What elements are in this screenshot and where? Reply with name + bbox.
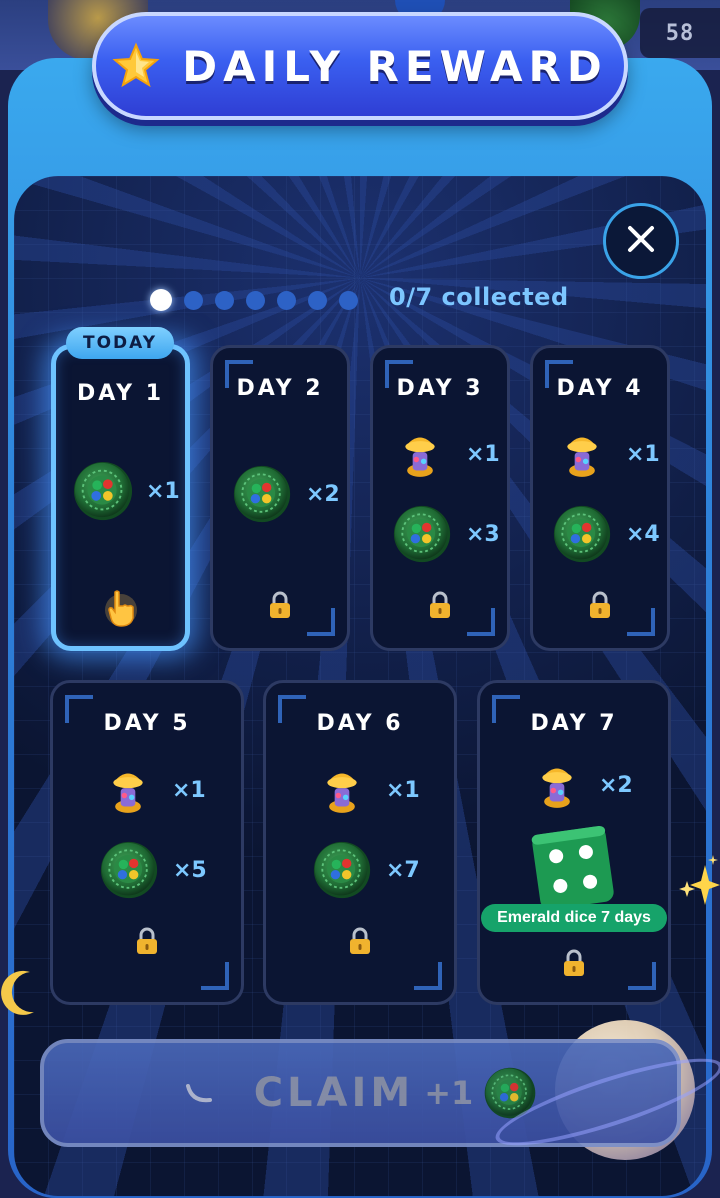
- golden-token-icon: [320, 763, 364, 817]
- reward-item: ×5: [99, 838, 207, 902]
- close-button[interactable]: [603, 203, 679, 279]
- tap-hand-icon: [103, 588, 139, 628]
- star-icon: [112, 42, 160, 90]
- day-label: DAY 2: [236, 376, 324, 401]
- card-corner: [414, 962, 442, 990]
- reward-qty: ×1: [386, 777, 420, 803]
- emerald-coin-icon: [232, 462, 292, 526]
- reward-qty: ×3: [466, 521, 500, 547]
- lock-icon: [427, 590, 453, 620]
- moon-icon: [0, 968, 40, 1018]
- emerald-dice-tag: Emerald dice 7 days: [481, 904, 667, 932]
- loading-spinner-icon: [184, 1078, 220, 1108]
- reward-qty: ×1: [172, 777, 206, 803]
- golden-token-icon: [560, 427, 604, 481]
- claim-label: CLAIM: [253, 1070, 415, 1116]
- reward-item: ×1: [398, 427, 500, 481]
- close-icon: [626, 224, 656, 258]
- golden-token-icon: [535, 758, 579, 812]
- title-banner: DAILY REWARD: [92, 12, 628, 120]
- emerald-coin-icon: [72, 459, 134, 523]
- page-title: DAILY REWARD: [182, 41, 608, 91]
- progress-dot: [277, 290, 296, 310]
- emerald-coin-icon: [552, 502, 612, 566]
- day-label: DAY 3: [396, 376, 484, 401]
- reward-qty: ×7: [386, 857, 420, 883]
- day-label: DAY 4: [556, 376, 644, 401]
- lock-icon: [347, 926, 373, 956]
- card-corner: [201, 962, 229, 990]
- card-corner: [628, 962, 656, 990]
- emerald-dice-icon: [528, 822, 618, 914]
- reward-item: ×1: [560, 427, 660, 481]
- reward-item: ×1: [106, 763, 206, 817]
- reward-qty: ×2: [599, 772, 633, 798]
- reward-item: ×7: [312, 838, 420, 902]
- reward-item: ×1: [320, 763, 420, 817]
- progress-dot: [184, 290, 203, 310]
- reward-qty: ×1: [146, 478, 180, 504]
- reward-qty: ×4: [626, 521, 660, 547]
- day-label: DAY 6: [316, 711, 404, 736]
- today-badge: TODAY: [66, 327, 174, 359]
- emerald-coin-icon: [99, 838, 159, 902]
- currency-counter: 58: [640, 8, 720, 58]
- reward-item: ×4: [552, 502, 660, 566]
- golden-token-icon: [106, 763, 150, 817]
- reward-item: ×2: [535, 758, 633, 812]
- reward-item: ×2: [232, 462, 340, 526]
- progress-dot: [215, 290, 234, 310]
- sparkle-icon: [677, 855, 720, 910]
- progress-dot: [308, 290, 327, 310]
- claim-amount: +1: [424, 1074, 474, 1112]
- card-corner: [627, 608, 655, 636]
- day-label: DAY 1: [76, 381, 165, 406]
- card-corner: [467, 608, 495, 636]
- day-label: DAY 5: [103, 711, 191, 736]
- reward-qty: ×1: [466, 441, 500, 467]
- reward-item: ×3: [392, 502, 500, 566]
- emerald-coin-icon: [392, 502, 452, 566]
- progress-dot: [150, 289, 172, 311]
- emerald-coin-icon: [312, 838, 372, 902]
- lock-icon: [267, 590, 293, 620]
- golden-token-icon: [398, 427, 442, 481]
- reward-qty: ×2: [306, 481, 340, 507]
- day-label: DAY 7: [530, 711, 618, 736]
- lock-icon: [134, 926, 160, 956]
- progress-dots: [150, 288, 358, 312]
- reward-qty: ×1: [626, 441, 660, 467]
- lock-icon: [587, 590, 613, 620]
- progress-dot: [246, 290, 265, 310]
- lock-icon: [561, 948, 587, 978]
- reward-qty: ×5: [173, 857, 207, 883]
- progress-text: 0/7 collected: [389, 283, 569, 311]
- card-corner: [307, 608, 335, 636]
- progress-dot: [339, 290, 358, 310]
- reward-item: ×1: [72, 459, 180, 523]
